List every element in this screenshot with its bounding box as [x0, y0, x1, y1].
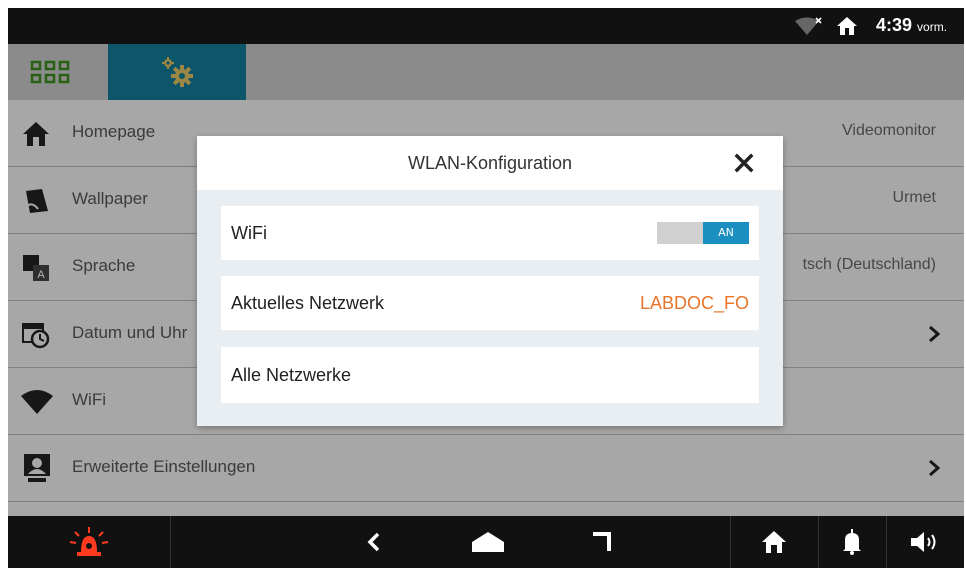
- volume-button[interactable]: [886, 516, 964, 568]
- wifi-off-icon: [795, 17, 822, 35]
- all-networks-label: Alle Netzwerke: [231, 365, 352, 385]
- clock-ampm: vorm.: [917, 20, 948, 34]
- volume-icon: [911, 532, 936, 552]
- clock-time: 4:39: [876, 15, 913, 35]
- current-network-label: Aktuelles Netzwerk: [231, 293, 385, 313]
- home-shape-icon: [472, 532, 504, 552]
- recent-apps-button[interactable]: [576, 516, 628, 568]
- close-icon[interactable]: [733, 152, 755, 174]
- home-button[interactable]: [462, 516, 514, 568]
- all-networks-row[interactable]: Alle Netzwerke: [221, 347, 759, 403]
- dialog-header: WLAN-Konfiguration: [197, 136, 783, 190]
- home-icon: [762, 531, 786, 553]
- dialog-title: WLAN-Konfiguration: [407, 153, 573, 173]
- current-network-row[interactable]: Aktuelles Netzwerk LABDOC_FO: [221, 276, 759, 330]
- status-bar: 4:39 vorm.: [8, 8, 964, 44]
- home-shortcut-button[interactable]: [730, 516, 818, 568]
- home-icon: [837, 17, 857, 35]
- nav-divider: [170, 516, 171, 568]
- back-button[interactable]: [348, 516, 400, 568]
- alarm-icon: [69, 527, 109, 556]
- device-screen: 4:39 vorm. Homepage Videomonitor Wallpap…: [8, 8, 964, 568]
- bottom-nav-bar: [8, 516, 964, 568]
- wifi-toggle-label: WiFi: [231, 223, 267, 243]
- wifi-toggle-row[interactable]: WiFi AN: [221, 206, 759, 260]
- current-network-value: LABDOC_FO: [639, 293, 749, 313]
- back-icon: [367, 532, 380, 552]
- wifi-toggle-state: AN: [703, 222, 749, 244]
- wlan-config-dialog: WLAN-Konfiguration WiFi AN Aktuelles Net…: [197, 136, 783, 426]
- notifications-button[interactable]: [818, 516, 886, 568]
- wifi-toggle-switch[interactable]: AN: [657, 222, 749, 244]
- bell-icon: [843, 529, 861, 555]
- alarm-button[interactable]: [8, 516, 170, 568]
- clock: 4:39 vorm.: [876, 15, 947, 36]
- recent-apps-icon: [593, 532, 611, 551]
